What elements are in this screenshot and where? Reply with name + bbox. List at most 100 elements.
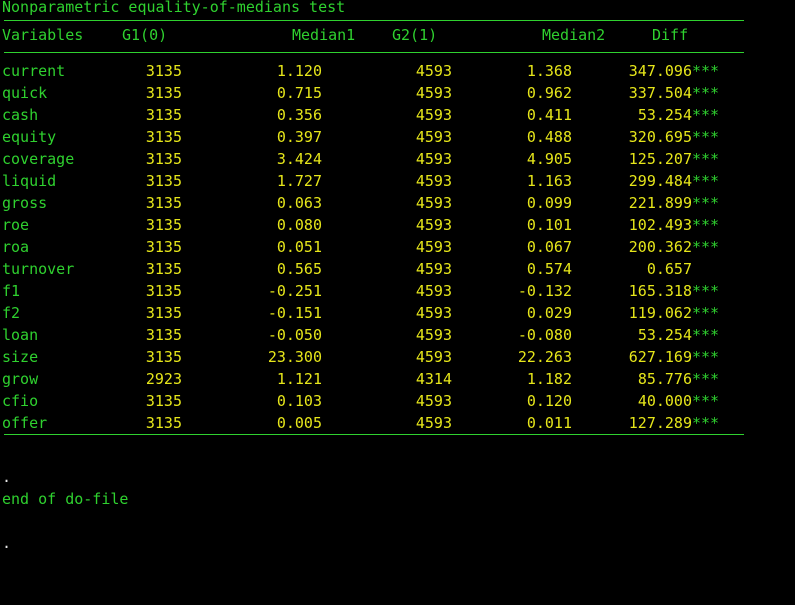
end-of-do-file: end of do-file	[2, 490, 129, 508]
header-median2: Median2	[542, 26, 606, 44]
cell-significance-stars: ***	[692, 414, 720, 432]
header-rule	[4, 52, 744, 53]
cell-median1: 0.356	[276, 106, 322, 124]
cell-significance-stars: ***	[692, 326, 720, 344]
cell-variable: loan	[2, 326, 39, 344]
table-row: size 3135 23.300 4593 22.263 627.169 ***	[2, 346, 792, 368]
cell-g2: 4593	[415, 348, 452, 366]
cell-median2: 0.099	[526, 194, 572, 212]
cell-median2: 0.101	[526, 216, 572, 234]
cell-median2: -0.080	[517, 326, 572, 344]
cell-diff: 337.504	[628, 84, 692, 102]
cell-g1: 3135	[145, 348, 182, 366]
cell-variable: coverage	[2, 150, 75, 168]
cell-median1: 0.397	[276, 128, 322, 146]
cell-median2: -0.132	[517, 282, 572, 300]
cell-variable: liquid	[2, 172, 57, 190]
cell-significance-stars: ***	[692, 84, 720, 102]
cell-significance-stars: ***	[692, 150, 720, 168]
cell-diff: 299.484	[628, 172, 692, 190]
cell-significance-stars: ***	[692, 194, 720, 212]
cell-median1: 0.063	[276, 194, 322, 212]
cell-g2: 4593	[415, 106, 452, 124]
cell-significance-stars: ***	[692, 392, 720, 410]
cell-diff: 627.169	[628, 348, 692, 366]
table-row: offer 3135 0.005 4593 0.011 127.289 ***	[2, 412, 792, 434]
cell-g1: 3135	[145, 150, 182, 168]
cell-diff: 53.254	[637, 106, 692, 124]
cell-median1: 23.300	[267, 348, 322, 366]
header-g2: G2(1)	[392, 26, 438, 44]
cell-g1: 3135	[145, 260, 182, 278]
table-row: grow 2923 1.121 4314 1.182 85.776 ***	[2, 368, 792, 390]
cell-median2: 4.905	[526, 150, 572, 168]
table-body: current 3135 1.120 4593 1.368 347.096 *** quick…	[2, 60, 792, 434]
cell-diff: 127.289	[628, 414, 692, 432]
cell-g1: 3135	[145, 414, 182, 432]
table-row: roa 3135 0.051 4593 0.067 200.362 ***	[2, 236, 792, 258]
table-row: current 3135 1.120 4593 1.368 347.096 ***	[2, 60, 792, 82]
cell-variable: cfio	[2, 392, 39, 410]
cell-g2: 4593	[415, 304, 452, 322]
cell-g2: 4593	[415, 150, 452, 168]
cell-variable: f1	[2, 282, 21, 300]
cell-significance-stars: ***	[692, 128, 720, 146]
cell-significance-stars: ***	[692, 304, 720, 322]
cell-g2: 4593	[415, 260, 452, 278]
cell-diff: 200.362	[628, 238, 692, 256]
header-g1: G1(0)	[122, 26, 168, 44]
cell-median1: 1.727	[276, 172, 322, 190]
table-row: liquid 3135 1.727 4593 1.163 299.484 ***	[2, 170, 792, 192]
cell-median1: 0.103	[276, 392, 322, 410]
cell-median1: 0.565	[276, 260, 322, 278]
cell-median2: 0.120	[526, 392, 572, 410]
cell-diff: 0.657	[646, 260, 692, 278]
cell-g2: 4593	[415, 238, 452, 256]
cell-median1: 3.424	[276, 150, 322, 168]
cell-median1: 0.715	[276, 84, 322, 102]
table-row: cash 3135 0.356 4593 0.411 53.254 ***	[2, 104, 792, 126]
header-diff: Diff	[652, 26, 689, 44]
cell-significance-stars: ***	[692, 62, 720, 80]
table-row: f1 3135 -0.251 4593 -0.132 165.318 ***	[2, 280, 792, 302]
cell-g2: 4314	[415, 370, 452, 388]
cell-diff: 53.254	[637, 326, 692, 344]
table-row: equity 3135 0.397 4593 0.488 320.695 ***	[2, 126, 792, 148]
cell-g1: 3135	[145, 392, 182, 410]
cell-diff: 347.096	[628, 62, 692, 80]
cell-median1: 1.120	[276, 62, 322, 80]
cell-median2: 0.011	[526, 414, 572, 432]
cell-median1: 0.051	[276, 238, 322, 256]
cell-variable: cash	[2, 106, 39, 124]
cell-variable: roe	[2, 216, 30, 234]
cell-g1: 3135	[145, 326, 182, 344]
cell-median1: -0.251	[267, 282, 322, 300]
cell-g1: 3135	[145, 282, 182, 300]
cell-diff: 125.207	[628, 150, 692, 168]
cell-diff: 320.695	[628, 128, 692, 146]
cell-diff: 102.493	[628, 216, 692, 234]
cell-g1: 3135	[145, 84, 182, 102]
cell-significance-stars: ***	[692, 348, 720, 366]
cell-variable: turnover	[2, 260, 75, 278]
table-header: Variables G1(0) Median1 G2(1) Median2 Di…	[2, 24, 792, 48]
cell-g2: 4593	[415, 326, 452, 344]
cell-median2: 0.029	[526, 304, 572, 322]
cell-diff: 40.000	[637, 392, 692, 410]
cell-g2: 4593	[415, 414, 452, 432]
command-dot-1: .	[2, 468, 12, 486]
cell-g1: 3135	[145, 304, 182, 322]
cell-median1: -0.151	[267, 304, 322, 322]
table-row: gross 3135 0.063 4593 0.099 221.899 ***	[2, 192, 792, 214]
cell-g2: 4593	[415, 84, 452, 102]
cell-g1: 3135	[145, 106, 182, 124]
cell-diff: 85.776	[637, 370, 692, 388]
table-row: roe 3135 0.080 4593 0.101 102.493 ***	[2, 214, 792, 236]
cell-g1: 3135	[145, 238, 182, 256]
cell-median2: 1.368	[526, 62, 572, 80]
cell-significance-stars: ***	[692, 282, 720, 300]
cell-g2: 4593	[415, 128, 452, 146]
cell-variable: current	[2, 62, 66, 80]
cell-median1: 1.121	[276, 370, 322, 388]
cell-median2: 0.962	[526, 84, 572, 102]
